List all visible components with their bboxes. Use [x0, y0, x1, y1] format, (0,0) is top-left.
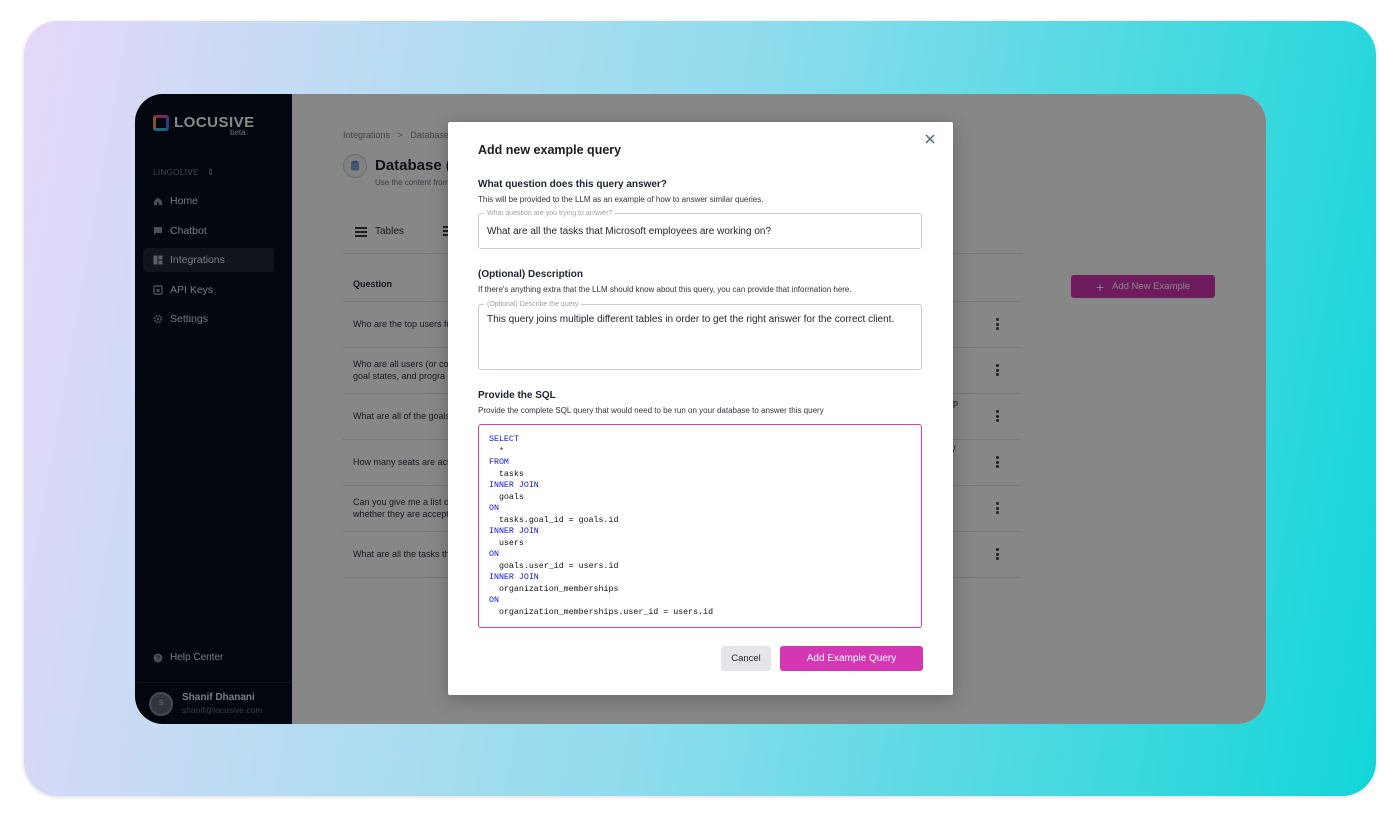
sql-keyword-line: ON	[489, 504, 499, 513]
sql-code-line: organization_memberships.user_id = users…	[489, 607, 714, 617]
description-field[interactable]: (Optional) Describe the query This query…	[478, 300, 922, 370]
add-example-dialog: Add new example query What question does…	[448, 122, 953, 695]
sql-keyword-line: INNER JOIN	[489, 573, 539, 582]
description-section-title: (Optional) Description	[478, 269, 583, 280]
question-field-value: What are all the tasks that Microsoft em…	[487, 226, 772, 237]
sql-keyword-line: INNER JOIN	[489, 481, 539, 490]
cancel-button[interactable]: Cancel	[721, 646, 771, 671]
dialog-title: Add new example query	[478, 143, 622, 157]
sql-code-line: goals	[489, 492, 524, 502]
sql-code-line: tasks	[489, 469, 524, 479]
sql-code-line: users	[489, 538, 524, 548]
sql-code-line: organization_memberships	[489, 584, 619, 594]
sql-section-title: Provide the SQL	[478, 390, 556, 401]
sql-editor[interactable]: SELECT * FROM tasks INNER JOIN goals ON tas…	[478, 424, 922, 628]
add-example-query-button[interactable]: Add Example Query	[780, 646, 923, 671]
sql-keyword-line: FROM	[489, 458, 509, 467]
sql-keyword-line: INNER JOIN	[489, 527, 539, 536]
description-field-label: (Optional) Describe the query	[484, 300, 582, 309]
sql-section-help: Provide the complete SQL query that woul…	[478, 406, 824, 415]
description-section-help: If there's anything extra that the LLM s…	[478, 285, 852, 294]
sql-code-line: goals.user_id = users.id	[489, 561, 619, 571]
sql-code-line: *	[489, 446, 504, 456]
sql-keyword-line: ON	[489, 550, 499, 559]
question-field[interactable]: What question are you trying to answer? …	[478, 209, 922, 249]
question-field-label: What question are you trying to answer?	[484, 209, 616, 218]
question-section-title: What question does this query answer?	[478, 179, 667, 190]
sql-code-line: tasks.goal_id = goals.id	[489, 515, 619, 525]
sql-keyword-line: SELECT	[489, 435, 519, 444]
description-field-value: This query joins multiple different tabl…	[487, 314, 895, 325]
sql-keyword-line: ON	[489, 596, 499, 605]
question-section-help: This will be provided to the LLM as an e…	[478, 195, 764, 204]
close-icon[interactable]	[922, 131, 938, 147]
